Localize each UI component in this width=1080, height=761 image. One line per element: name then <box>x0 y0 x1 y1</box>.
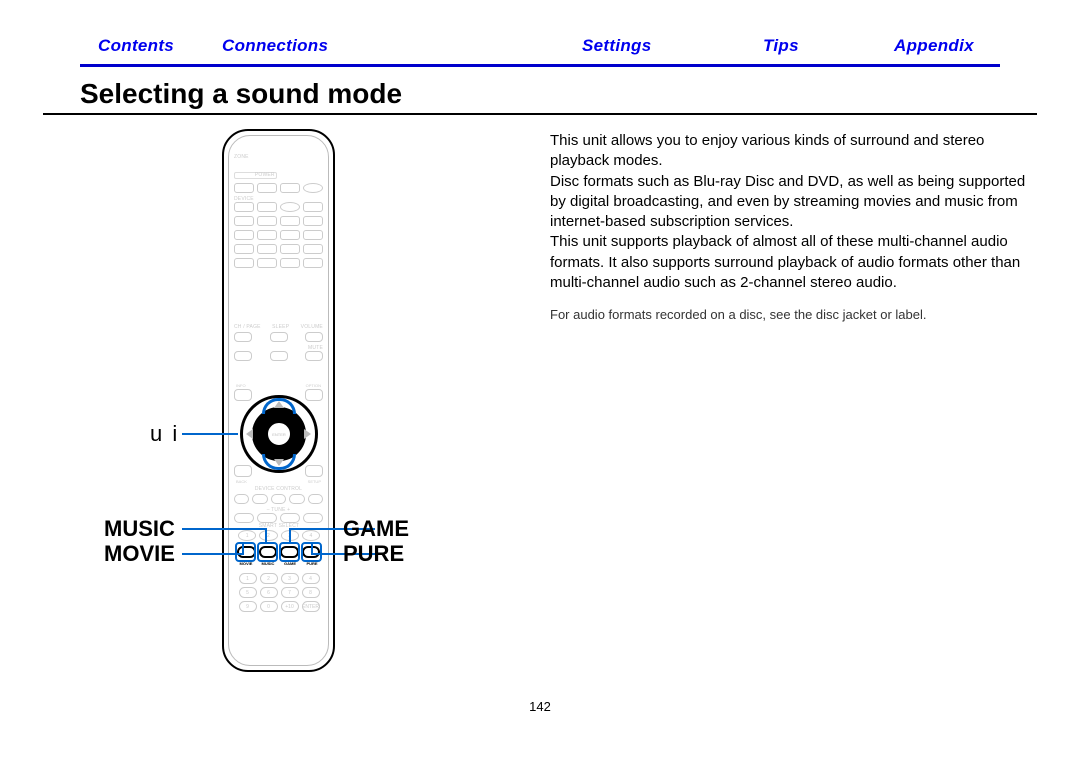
sleep-label: SLEEP <box>272 325 289 330</box>
num-4: 4 <box>302 573 320 584</box>
setup-button <box>305 465 323 477</box>
num-5: 5 <box>239 587 257 598</box>
num-plus10: +10 <box>281 601 299 612</box>
back-label: BACK <box>236 479 247 484</box>
num-0: 0 <box>260 601 278 612</box>
cursor-down-icon <box>274 459 284 466</box>
power-button-icon <box>303 183 323 193</box>
pure-button-label: PURE <box>303 561 321 566</box>
nav-connections-link[interactable]: Connections <box>222 36 328 56</box>
nav-tips-link[interactable]: Tips <box>763 36 799 56</box>
leader-music-v <box>265 528 267 543</box>
music-button-label: MUSIC <box>259 561 277 566</box>
enter-button: ENTER <box>266 421 292 447</box>
leader-movie-v <box>242 543 244 555</box>
music-button <box>259 546 278 558</box>
remote-control-illustration: ZONE POWER DEVICE CH / PAGE SLEEP VOLUME… <box>222 129 335 672</box>
leader-ui <box>182 433 238 435</box>
leader-music-h <box>182 528 265 530</box>
remote-btn <box>257 183 277 193</box>
device-control-label: DEVICE CONTROL <box>234 487 323 492</box>
body-text: This unit allows you to enjoy various ki… <box>550 131 1030 293</box>
remote-btn <box>234 183 254 193</box>
smart-select-1: 1 <box>238 530 256 541</box>
smart-select-4: 4 <box>302 530 320 541</box>
callout-game: GAME <box>343 516 409 542</box>
option-button <box>305 389 323 401</box>
zone-label: ZONE <box>234 155 277 160</box>
movie-button-label: MOVIE <box>237 561 255 566</box>
option-label: OPTION <box>306 383 321 388</box>
num-7: 7 <box>281 587 299 598</box>
sound-mode-row <box>237 546 320 558</box>
body-p2: Disc formats such as Blu-ray Disc and DV… <box>550 172 1030 233</box>
page-title: Selecting a sound mode <box>80 78 402 110</box>
chpage-label: CH / PAGE <box>234 325 261 330</box>
leader-game-v <box>289 528 291 543</box>
power-label: POWER <box>234 172 277 179</box>
num-2: 2 <box>260 573 278 584</box>
remote-btn <box>280 183 300 193</box>
leader-movie-h <box>182 553 242 555</box>
nav-settings-link[interactable]: Settings <box>582 36 651 56</box>
callout-music: MUSIC <box>104 516 175 542</box>
nav-contents-link[interactable]: Contents <box>98 36 174 56</box>
game-button <box>280 546 299 558</box>
number-pad: 1 2 3 4 5 6 7 8 9 0 +10 ENTER <box>238 573 320 615</box>
body-p3: This unit supports playback of almost al… <box>550 232 1030 293</box>
cursor-right-icon <box>304 429 311 439</box>
num-6: 6 <box>260 587 278 598</box>
title-divider <box>43 113 1037 115</box>
cursor-up-icon <box>274 401 284 408</box>
note-text: For audio formats recorded on a disc, se… <box>550 307 1030 322</box>
info-label: INFO <box>236 383 246 388</box>
num-3: 3 <box>281 573 299 584</box>
num-8: 8 <box>302 587 320 598</box>
nav-appendix-link[interactable]: Appendix <box>894 36 974 56</box>
callout-ui: u i <box>150 421 179 447</box>
num-9: 9 <box>239 601 257 612</box>
body-p1: This unit allows you to enjoy various ki… <box>550 131 1030 172</box>
num-enter: ENTER <box>302 601 320 612</box>
nav-divider <box>80 64 1000 67</box>
num-1: 1 <box>239 573 257 584</box>
smart-select-row: SMART SELECT 1 2 3 4 <box>238 524 320 541</box>
leader-pure-v <box>311 543 313 555</box>
game-button-label: GAME <box>281 561 299 566</box>
movie-button <box>237 546 256 558</box>
callout-movie: MOVIE <box>104 541 175 567</box>
info-button <box>234 389 252 401</box>
volume-label: VOLUME <box>301 325 323 330</box>
back-button <box>234 465 252 477</box>
callout-pure: PURE <box>343 541 404 567</box>
smart-select-2: 2 <box>259 530 277 541</box>
page-number: 142 <box>0 699 1080 714</box>
setup-label: SETUP <box>308 479 321 484</box>
cursor-left-icon <box>246 429 253 439</box>
top-nav: Contents Connections Settings Tips Appen… <box>80 36 1000 60</box>
